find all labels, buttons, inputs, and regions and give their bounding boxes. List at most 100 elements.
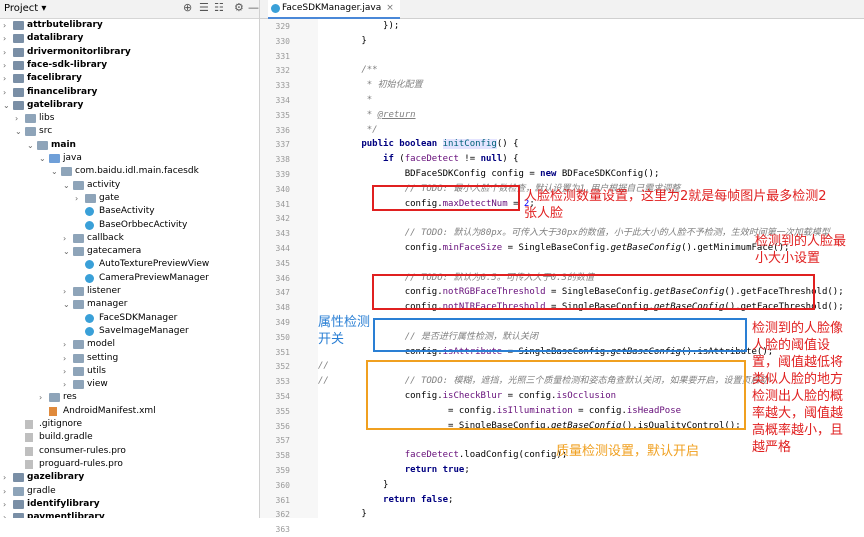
tree-item[interactable]: › gate — [0, 192, 259, 205]
line-number: 360 — [275, 480, 290, 490]
tree-item[interactable]: ⌄ gatecamera — [0, 245, 259, 258]
close-icon[interactable]: × — [386, 3, 394, 13]
collapse-all-icon[interactable]: ☷ — [214, 1, 224, 14]
folder-icon — [13, 473, 24, 483]
code-token: faceDetect — [404, 450, 459, 461]
tree-item[interactable]: SaveImageManager — [0, 325, 259, 338]
chevron-right-icon[interactable]: › — [75, 192, 78, 205]
tree-item[interactable]: ⌄ com.baidu.idl.main.facesdk — [0, 165, 259, 178]
chevron-right-icon[interactable]: › — [63, 338, 66, 351]
tree-item[interactable]: AutoTexturePreviewView — [0, 258, 259, 271]
tree-item[interactable]: ⌄ src — [0, 125, 259, 138]
tree-item[interactable]: › callback — [0, 232, 259, 245]
chevron-right-icon[interactable]: › — [3, 72, 6, 85]
chevron-right-icon[interactable]: › — [63, 285, 66, 298]
tree-item[interactable]: proguard-rules.pro — [0, 458, 259, 471]
code-token: getBaseConfig — [610, 243, 682, 253]
code-token: @return — [377, 109, 416, 120]
tree-item[interactable]: ⌄ activity — [0, 179, 259, 192]
chevron-right-icon[interactable]: › — [15, 112, 18, 125]
chevron-right-icon[interactable]: › — [3, 471, 6, 484]
chevron-right-icon[interactable]: › — [3, 511, 6, 518]
chevron-right-icon[interactable]: › — [3, 498, 6, 511]
tree-item[interactable]: › identifylibrary — [0, 498, 259, 511]
folder-icon — [73, 247, 84, 257]
locate-icon[interactable]: ⊕ — [183, 1, 192, 14]
chevron-down-icon[interactable]: ⌄ — [63, 298, 70, 311]
tree-item[interactable]: ⌄ gatelibrary — [0, 99, 259, 112]
tree-item[interactable]: › facelibrary — [0, 72, 259, 85]
line-number: 333 — [275, 81, 290, 91]
tab-facesdkmanager[interactable]: FaceSDKManager.java × — [268, 0, 400, 19]
folder-icon — [49, 393, 60, 403]
tree-item[interactable]: › datalibrary — [0, 32, 259, 45]
chevron-right-icon[interactable]: › — [63, 352, 66, 365]
tree-item[interactable]: › model — [0, 338, 259, 351]
line-number: 342 — [275, 214, 290, 224]
tree-item[interactable]: › gazelibrary — [0, 471, 259, 484]
folder-icon — [13, 499, 24, 509]
project-panel-title[interactable]: Project ▾ — [4, 3, 46, 14]
code-token: return false — [318, 494, 449, 505]
tree-item[interactable]: › view — [0, 378, 259, 391]
chevron-right-icon[interactable]: › — [3, 19, 6, 32]
tree-item[interactable]: › drivermonitorlibrary — [0, 46, 259, 59]
code-token: null — [480, 154, 503, 165]
tree-item[interactable]: CameraPreviewManager — [0, 272, 259, 285]
chevron-right-icon[interactable]: › — [63, 378, 66, 391]
tree-item[interactable]: build.gradle — [0, 431, 259, 444]
chevron-right-icon[interactable]: › — [3, 86, 6, 99]
tree-item-label: face-sdk-library — [27, 59, 108, 70]
line-number: 340 — [275, 184, 290, 194]
tree-item[interactable]: › gradle — [0, 485, 259, 498]
tree-item[interactable]: BaseOrbbecActivity — [0, 219, 259, 232]
folder-icon — [13, 34, 24, 44]
tree-item[interactable]: BaseActivity — [0, 205, 259, 218]
tree-item[interactable]: › setting — [0, 352, 259, 365]
tree-item[interactable]: › face-sdk-library — [0, 59, 259, 72]
chevron-down-icon[interactable]: ⌄ — [39, 152, 46, 165]
gear-icon[interactable]: ⚙ — [234, 1, 244, 14]
chevron-right-icon[interactable]: › — [63, 365, 66, 378]
chevron-down-icon[interactable]: ⌄ — [63, 179, 70, 192]
chevron-right-icon[interactable]: › — [3, 46, 6, 59]
code-token: BDFaceSDKConfig config = — [318, 169, 541, 179]
tree-item[interactable]: › utils — [0, 365, 259, 378]
tree-item[interactable]: ⌄ manager — [0, 298, 259, 311]
tree-item[interactable]: consumer-rules.pro — [0, 445, 259, 458]
chevron-right-icon[interactable]: › — [39, 391, 42, 404]
code-token: // — [318, 361, 329, 372]
tree-item[interactable]: › attrbutelibrary — [0, 19, 259, 32]
project-panel-header: Project ▾ ⊕ ☰ ☷ ⚙ — — [0, 0, 259, 19]
expand-all-icon[interactable]: ☰ — [199, 1, 209, 14]
tree-item[interactable]: › financelibrary — [0, 86, 259, 99]
tree-item[interactable]: FaceSDKManager — [0, 312, 259, 325]
hide-icon[interactable]: — — [248, 1, 259, 14]
tree-item[interactable]: › libs — [0, 112, 259, 125]
chevron-down-icon[interactable]: ⌄ — [27, 139, 34, 152]
tree-item[interactable]: AndroidManifest.xml — [0, 405, 259, 418]
code-line: return true; — [318, 463, 470, 478]
tree-item[interactable]: ⌄ java — [0, 152, 259, 165]
folder-icon — [73, 366, 84, 376]
tree-item[interactable]: .gitignore — [0, 418, 259, 431]
code-token: .loadConfig(config); — [458, 450, 568, 461]
code-line: * @return — [318, 108, 416, 123]
chevron-down-icon[interactable]: ⌄ — [63, 245, 70, 258]
chevron-right-icon[interactable]: › — [63, 232, 66, 245]
tree-item[interactable]: › res — [0, 391, 259, 404]
code-token: /** — [318, 65, 378, 76]
chevron-right-icon[interactable]: › — [3, 485, 6, 498]
code-token: BDFaceSDKConfig(); — [561, 169, 660, 179]
chevron-right-icon[interactable]: › — [3, 32, 6, 45]
tab-label: FaceSDKManager.java — [282, 3, 382, 13]
chevron-down-icon[interactable]: ⌄ — [3, 99, 10, 112]
code-token: minFaceSize — [442, 243, 503, 253]
tree-item[interactable]: ⌄ main — [0, 139, 259, 152]
chevron-right-icon[interactable]: › — [3, 59, 6, 72]
tree-item[interactable]: › paymentlibrary — [0, 511, 259, 518]
chevron-down-icon[interactable]: ⌄ — [15, 125, 22, 138]
chevron-down-icon[interactable]: ⌄ — [51, 165, 58, 178]
tree-item[interactable]: › listener — [0, 285, 259, 298]
line-number: 335 — [275, 110, 290, 120]
